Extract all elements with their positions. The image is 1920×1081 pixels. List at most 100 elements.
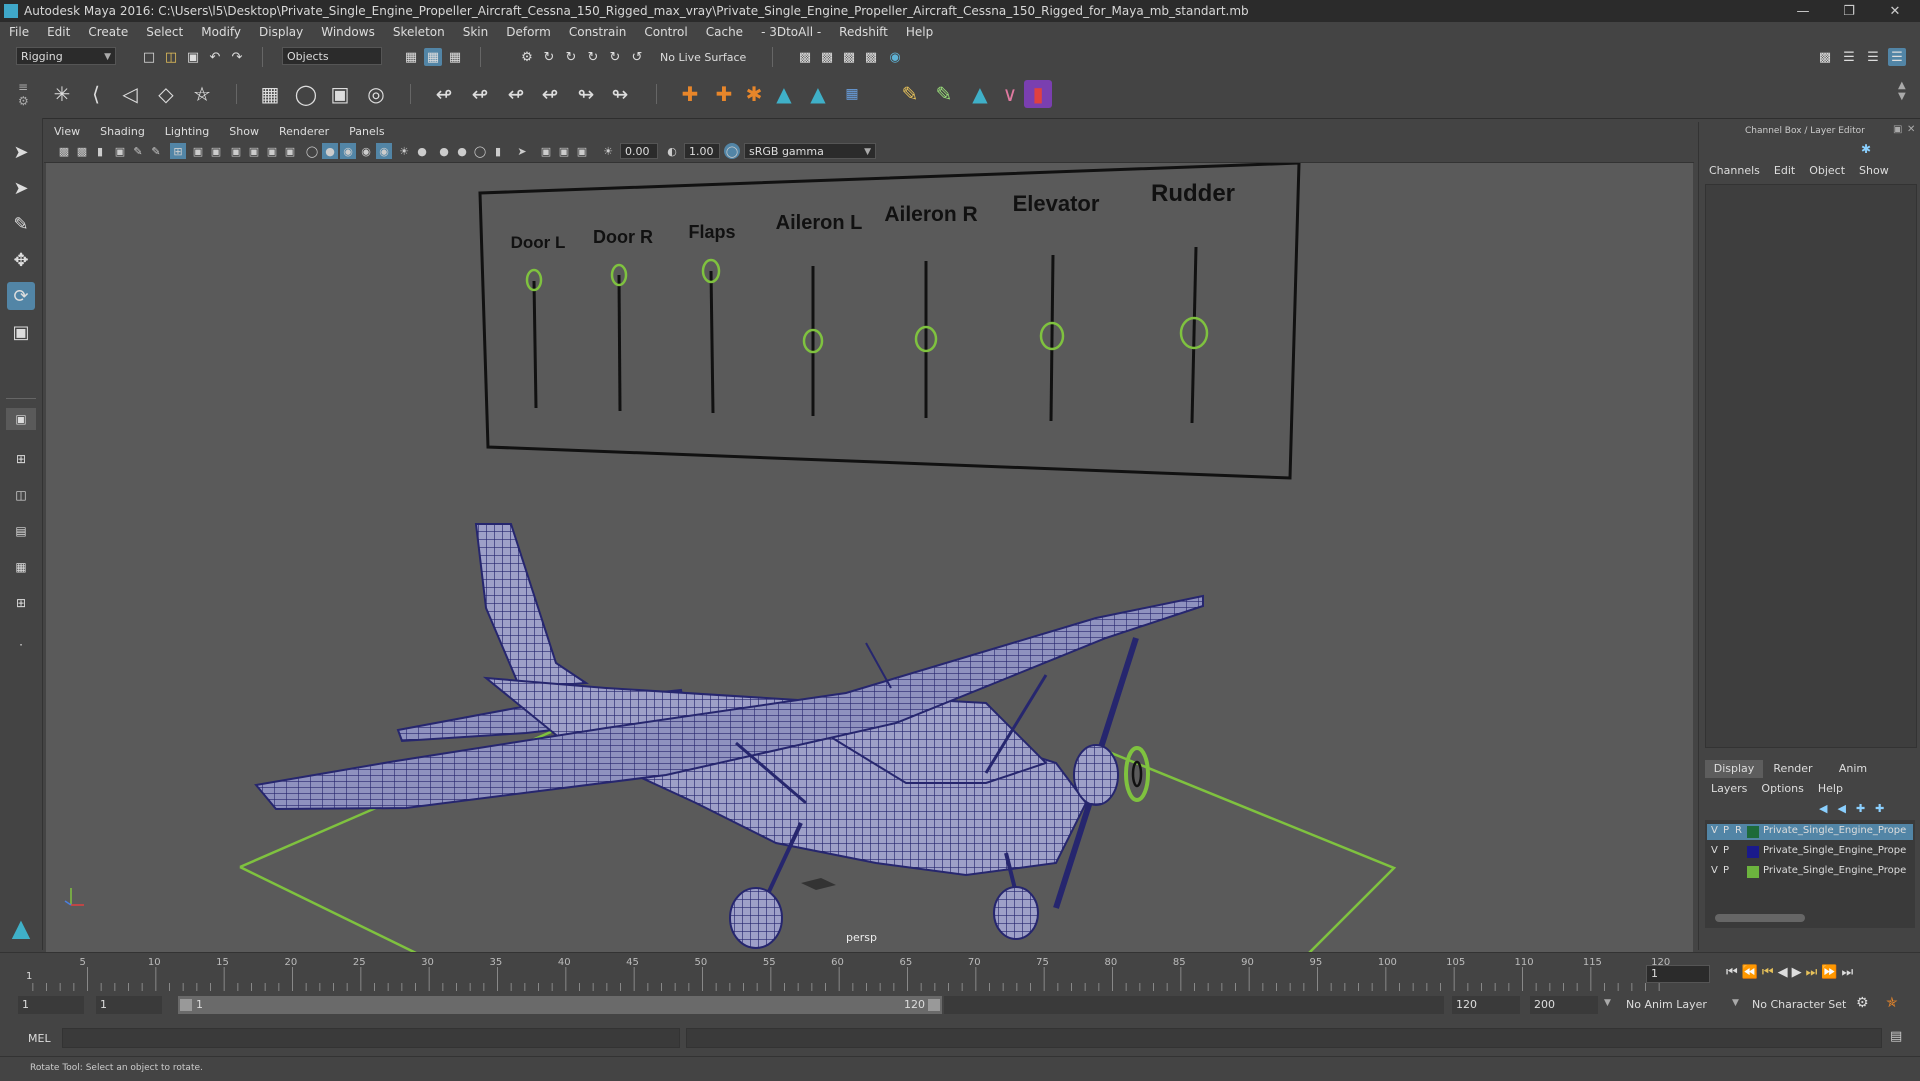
restore-icon[interactable]: ❐: [1826, 0, 1872, 22]
film-gate-icon[interactable]: ▣: [190, 143, 206, 159]
minimize-icon[interactable]: —: [1780, 0, 1826, 22]
menu-modify[interactable]: Modify: [192, 25, 250, 39]
range-slider-bar[interactable]: 1 120: [178, 996, 942, 1014]
time-slider[interactable]: 5 10 15 20 25 30 35 40 45 50 55 60 65 70 75 80 85 90 95 100…: [0, 952, 1920, 993]
field-chart-icon[interactable]: ▣: [246, 143, 262, 159]
menu-display[interactable]: Display: [250, 25, 312, 39]
layer-color-swatch[interactable]: [1747, 846, 1759, 858]
bookmark-icon[interactable]: ▮: [92, 143, 108, 159]
grid-icon[interactable]: ⊞: [170, 143, 186, 159]
mirror-joint-icon[interactable]: ◁: [116, 80, 144, 108]
layer-name[interactable]: Private_Single_Engine_Prope: [1763, 825, 1906, 836]
step-back-key-icon[interactable]: ⏮: [1762, 965, 1774, 980]
sculpt-icon[interactable]: ✎: [930, 80, 958, 108]
layer-color-swatch[interactable]: [1747, 866, 1759, 878]
menu-skin[interactable]: Skin: [454, 25, 498, 39]
color-space-dropdown[interactable]: sRGB gamma ▼: [744, 143, 876, 159]
2d-pan-icon[interactable]: ✎: [130, 143, 146, 159]
anim-layer-dropdown[interactable]: No Anim Layer: [1626, 998, 1707, 1011]
gamma-icon[interactable]: ◐: [664, 143, 680, 159]
backface-icon[interactable]: ▣: [574, 143, 590, 159]
motion-blur-icon[interactable]: ●: [454, 143, 470, 159]
play-forwards-icon[interactable]: ▶: [1792, 965, 1802, 980]
layer-row[interactable]: V P Private_Single_Engine_Prope: [1707, 864, 1913, 880]
go-to-end-icon[interactable]: ⏭: [1841, 965, 1853, 980]
scale-tool-icon[interactable]: ▣: [7, 318, 35, 346]
chevron-down-icon[interactable]: ▼: [1604, 998, 1611, 1008]
cb-menu-show[interactable]: Show: [1859, 164, 1889, 177]
step-back-icon[interactable]: ⏪: [1742, 965, 1758, 980]
open-scene-icon[interactable]: ◫: [162, 48, 180, 66]
xray-active-icon[interactable]: ▣: [556, 143, 572, 159]
shelf-scroll-icon[interactable]: ▲ ▼: [1898, 80, 1906, 102]
toggle-layouts-icon[interactable]: ⋅: [6, 634, 36, 656]
lights-icon[interactable]: ☀: [396, 143, 412, 159]
exposure-icon[interactable]: ☀: [600, 143, 616, 159]
anti-aliasing-icon[interactable]: ◯: [472, 143, 488, 159]
select-component-icon[interactable]: ▦: [446, 48, 464, 66]
layer-name[interactable]: Private_Single_Engine_Prope: [1763, 865, 1906, 876]
channel-box-mode-icon[interactable]: ✱: [1861, 142, 1871, 156]
vp-menu-show[interactable]: Show: [219, 125, 269, 138]
blend-shape-icon[interactable]: ▦: [838, 80, 866, 108]
layer-playback[interactable]: P: [1723, 825, 1729, 836]
create-joint-icon[interactable]: ✳: [48, 80, 76, 108]
snap-curve-icon[interactable]: ↻: [540, 48, 558, 66]
paint-weights-icon[interactable]: ◯: [292, 80, 320, 108]
vp-menu-lighting[interactable]: Lighting: [155, 125, 219, 138]
menu-deform[interactable]: Deform: [497, 25, 560, 39]
hypershade-icon[interactable]: ▩: [862, 48, 880, 66]
layer-menu-layers[interactable]: Layers: [1711, 782, 1747, 795]
camera-lock-icon[interactable]: ▩: [74, 143, 90, 159]
command-input[interactable]: [62, 1028, 680, 1048]
wireframe-icon[interactable]: ◯: [304, 143, 320, 159]
locator-icon[interactable]: ✚: [676, 80, 704, 108]
character-set-dropdown[interactable]: No Character Set: [1752, 998, 1846, 1011]
cb-menu-edit[interactable]: Edit: [1774, 164, 1795, 177]
scale-constraint-icon[interactable]: ↫: [536, 80, 564, 108]
range-handle-start[interactable]: [180, 999, 192, 1011]
wrap-icon[interactable]: ∨: [996, 80, 1024, 108]
safe-action-icon[interactable]: ▣: [264, 143, 280, 159]
cb-menu-channels[interactable]: Channels: [1709, 164, 1760, 177]
color-management-icon[interactable]: ◯: [724, 143, 740, 159]
auto-key-icon[interactable]: ⚙: [1856, 995, 1869, 1011]
maya-home-icon[interactable]: ▲: [6, 914, 36, 942]
cluster-icon[interactable]: ◎: [362, 80, 390, 108]
select-tool-icon[interactable]: ➤: [7, 138, 35, 166]
ik-handle-icon[interactable]: ⛤: [188, 80, 216, 108]
new-layer-icon[interactable]: ✚: [1875, 802, 1884, 815]
grease-pencil-icon[interactable]: ✎: [148, 143, 164, 159]
insert-joint-icon[interactable]: ⟨: [82, 80, 110, 108]
save-scene-icon[interactable]: ▣: [184, 48, 202, 66]
persp-graph-layout-icon[interactable]: ▤: [6, 520, 36, 542]
layer-color-swatch[interactable]: [1747, 826, 1759, 838]
uv-layout-icon[interactable]: ⊞: [6, 592, 36, 614]
menu-edit[interactable]: Edit: [38, 25, 79, 39]
image-plane-icon[interactable]: ▣: [112, 143, 128, 159]
menu-constrain[interactable]: Constrain: [560, 25, 636, 39]
tab-render[interactable]: Render: [1763, 760, 1823, 778]
xray-joints-icon[interactable]: ▣: [538, 143, 554, 159]
layer-playback[interactable]: P: [1723, 845, 1729, 856]
wireframe-on-shaded-icon[interactable]: ◉: [340, 143, 356, 159]
perspective-viewport[interactable]: Door L Door R Flaps Aileron L Aileron R …: [46, 163, 1693, 953]
depth-of-field-icon[interactable]: ▮: [490, 143, 506, 159]
close-icon[interactable]: ✕: [1872, 0, 1918, 22]
select-object-icon[interactable]: ▦: [424, 48, 442, 66]
menu-help[interactable]: Help: [897, 25, 942, 39]
channel-list[interactable]: [1705, 184, 1917, 748]
layer-visibility[interactable]: V: [1711, 825, 1718, 836]
tab-display[interactable]: Display: [1705, 760, 1763, 778]
textured-icon[interactable]: ◉: [358, 143, 374, 159]
end-time-field[interactable]: 200: [1530, 996, 1598, 1014]
shadows-icon[interactable]: ●: [414, 143, 430, 159]
four-view-layout-icon[interactable]: ⊞: [6, 448, 36, 470]
menu-file[interactable]: File: [0, 25, 38, 39]
layer-name[interactable]: Private_Single_Engine_Prope: [1763, 845, 1906, 856]
menu-select[interactable]: Select: [137, 25, 192, 39]
layer-row[interactable]: V P R Private_Single_Engine_Prope: [1707, 824, 1913, 840]
layer-menu-help[interactable]: Help: [1818, 782, 1843, 795]
start-time-field[interactable]: 1: [18, 996, 84, 1014]
layer-playback[interactable]: P: [1723, 865, 1729, 876]
